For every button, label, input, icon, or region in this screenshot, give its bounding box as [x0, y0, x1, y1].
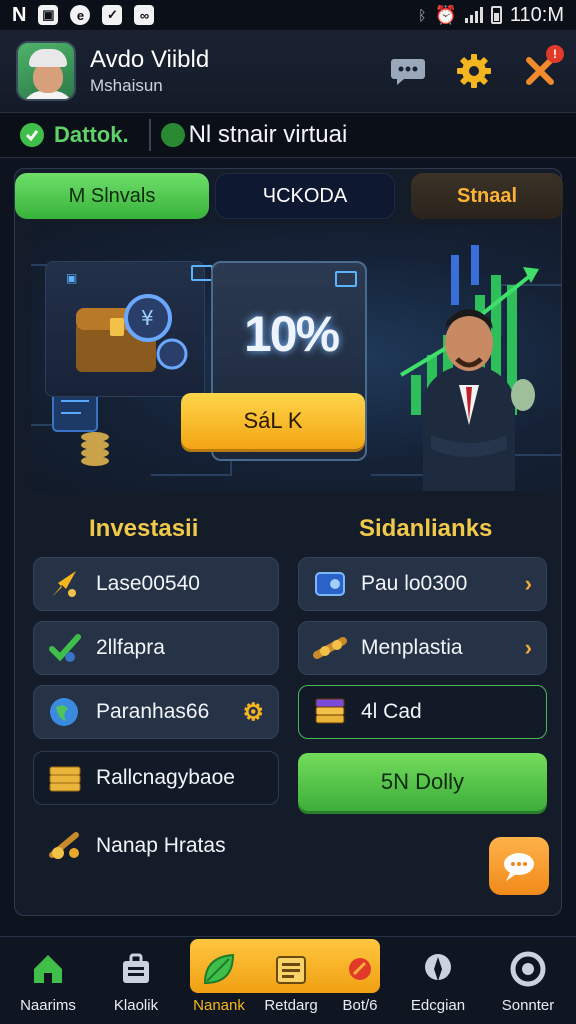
clock-time: 110:M — [509, 3, 564, 26]
nav-item-edcgian[interactable]: Edcgian — [398, 937, 478, 1024]
rocket-icon — [48, 567, 82, 601]
treasure-chest-icon: ¥ ▣ — [66, 271, 188, 372]
chevron-right-icon: › — [524, 635, 532, 660]
nav-label: Edcgian — [410, 996, 466, 1014]
nav-item-retdarg[interactable]: Retdarg — [254, 937, 328, 1024]
tab-stnaal[interactable]: Stnaal — [411, 173, 563, 219]
tab-bar: M Slnvals ЧCKODA Stnaal — [15, 173, 563, 219]
status-strip: Dattok. Nl stnair virtuai — [0, 112, 576, 158]
svg-text:¥: ¥ — [141, 306, 154, 330]
left-item-label: 2llfapra — [96, 636, 165, 659]
settings-button[interactable] — [454, 51, 494, 91]
nav-label: Klaolik — [113, 996, 159, 1014]
support-chat-button[interactable] — [489, 837, 549, 895]
nav-label: Sonnter — [501, 996, 555, 1014]
check-icon: ✓ — [102, 5, 123, 25]
home-icon — [28, 949, 68, 989]
globe-icon — [48, 695, 82, 729]
nav-label: Nanank — [193, 996, 245, 1014]
coin-stack-icon — [48, 761, 82, 795]
left-item-4[interactable]: Rallcnagybaoe — [33, 751, 279, 805]
bluetooth-icon: ᛒ — [418, 7, 427, 23]
left-item-3[interactable]: Paranhas66 ⚙ — [33, 685, 279, 739]
nav-item-sonnter[interactable]: Sonnter — [488, 937, 568, 1024]
wallet-icon — [313, 567, 347, 601]
section-title-left: Investasii — [89, 515, 199, 542]
right-item-2[interactable]: Menplastia › — [298, 621, 547, 675]
settings-ring-icon — [508, 949, 548, 989]
chat-button[interactable] — [388, 51, 428, 91]
browser-icon: e — [70, 5, 91, 25]
network-status-icon — [160, 123, 185, 147]
left-item-label: Lase00540 — [96, 572, 200, 595]
left-item-1[interactable]: Lase00540 — [33, 557, 279, 611]
nav-label: Naarims — [20, 996, 76, 1014]
promo-percentage: 10% — [243, 306, 340, 362]
check-badge-icon — [48, 631, 82, 665]
bottom-navigation: Naarims Klaolik Nanank Retdarg Bot/6 Edc… — [0, 936, 576, 1024]
document-icon — [271, 949, 311, 989]
alarm-icon: ⏰ — [434, 4, 457, 25]
nav-item-home[interactable]: Naarims — [8, 937, 88, 1024]
leaf-icon — [199, 949, 239, 989]
notification-icon: ▣ — [38, 5, 59, 25]
app-header: Avdo Viibld Mshaisun ! — [0, 30, 576, 112]
mail-icon — [191, 265, 213, 281]
daily-button[interactable]: 5N Dolly — [298, 753, 547, 811]
status-bar: N ▣ e ✓ ∞ ᛒ ⏰ 110:M — [0, 0, 576, 30]
battery-icon — [490, 6, 502, 24]
left-item-label: Nanap Hratas — [96, 834, 226, 857]
voicemail-icon: ∞ — [134, 5, 155, 25]
nav-item-bot[interactable]: Bot/6 — [322, 937, 398, 1024]
pin-icon — [340, 949, 380, 989]
gear-small-icon: ⚙ — [242, 698, 264, 726]
user-name: Avdo Viibld — [90, 46, 210, 73]
support-icon — [504, 853, 534, 881]
check-circle-icon — [20, 123, 44, 147]
compass-icon — [418, 949, 458, 989]
nav-item-active[interactable]: Nanank — [182, 937, 256, 1024]
coins-icon — [313, 631, 347, 665]
close-button[interactable]: ! — [520, 45, 564, 91]
right-item-1[interactable]: Pau lo0300 › — [298, 557, 547, 611]
tab-ckoda[interactable]: ЧCKODA — [215, 173, 395, 219]
user-subtitle: Mshaisun — [90, 76, 163, 95]
status-label: Dattok. — [54, 122, 129, 147]
briefcase-icon — [116, 949, 156, 989]
nav-item-shop[interactable]: Klaolik — [96, 937, 176, 1024]
treasure-card: ¥ ▣ — [45, 261, 205, 397]
claim-button[interactable]: SáL K — [181, 393, 365, 449]
nav-label: Retdarg — [264, 996, 318, 1014]
chat-icon — [391, 59, 425, 85]
chevron-right-icon: › — [524, 571, 532, 596]
mail-icon — [335, 271, 357, 287]
left-item-5[interactable]: Nanap Hratas — [33, 819, 279, 873]
avatar[interactable] — [16, 41, 76, 101]
divider — [148, 119, 151, 151]
right-item-label: Menplastia — [361, 636, 463, 659]
nav-label: Bot/6 — [342, 996, 378, 1014]
right-item-3[interactable]: 4l Cad — [298, 685, 547, 739]
signal-icon — [464, 7, 483, 23]
section-title-right: Sidanlianks — [359, 515, 493, 542]
right-item-label: 4l Cad — [361, 700, 422, 723]
main-card: M Slnvals ЧCKODA Stnaal ¥ ▣ 10% SáL K In… — [14, 168, 563, 916]
left-item-label: Paranhas66 — [96, 700, 210, 723]
notification-badge: ! — [546, 45, 564, 63]
left-item-2[interactable]: 2llfapra — [33, 621, 279, 675]
businessman-illustration — [423, 309, 535, 491]
tab-slnvals[interactable]: M Slnvals — [15, 173, 209, 219]
right-item-label: Pau lo0300 — [361, 572, 468, 595]
n-icon: N — [12, 3, 27, 26]
coins-icon — [48, 829, 82, 863]
gear-icon — [457, 54, 491, 88]
promo-banner: ¥ ▣ 10% — [31, 225, 561, 491]
left-item-label: Rallcnagybaoe — [96, 766, 235, 789]
svg-text:▣: ▣ — [66, 271, 77, 285]
network-label: Nl stnair virtuai — [188, 121, 348, 148]
card-stack-icon — [313, 695, 347, 729]
